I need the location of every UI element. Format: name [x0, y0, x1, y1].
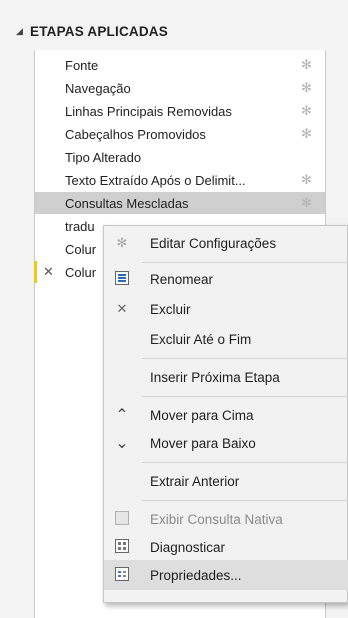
- menu-item-mover-para-cima[interactable]: ⌃ Mover para Cima: [104, 400, 348, 430]
- menu-item-mover-para-baixo[interactable]: ⌄ Mover para Baixo: [104, 428, 348, 458]
- properties-icon: [110, 566, 134, 584]
- menu-item-excluir-ate-o-fim[interactable]: Excluir Até o Fim: [104, 324, 348, 354]
- menu-item-label: Propriedades...: [150, 567, 242, 583]
- menu-item-diagnosticar[interactable]: Diagnosticar: [104, 532, 348, 562]
- delete-x-icon: ✕: [116, 301, 128, 316]
- menu-item-label: Renomear: [150, 271, 214, 287]
- step-row-linhas-principais-removidas[interactable]: Linhas Principais Removidas ✻: [35, 100, 325, 122]
- rename-icon: [110, 270, 134, 288]
- step-row-consultas-mescladas[interactable]: Consultas Mescladas ✻: [35, 192, 325, 214]
- menu-item-excluir[interactable]: ✕ Excluir: [104, 294, 348, 324]
- step-label: Consultas Mescladas: [65, 195, 189, 211]
- menu-item-inserir-proxima-etapa[interactable]: Inserir Próxima Etapa: [104, 362, 348, 392]
- collapse-triangle-icon[interactable]: ◢: [16, 26, 30, 37]
- step-row-cabecalhos-promovidos[interactable]: Cabeçalhos Promovidos ✻: [35, 123, 325, 145]
- applied-steps-title: ETAPAS APLICADAS: [30, 23, 168, 39]
- step-context-menu: ✻ Editar Configurações Renomear ✕ Exclui…: [103, 225, 348, 603]
- menu-separator: [142, 396, 348, 397]
- step-label: Colur: [65, 264, 97, 280]
- menu-item-extrair-anterior[interactable]: Extrair Anterior: [104, 466, 348, 496]
- step-row-navegacao[interactable]: Navegação ✻: [35, 77, 325, 99]
- step-label: Linhas Principais Removidas: [65, 103, 232, 119]
- menu-item-label: Inserir Próxima Etapa: [150, 369, 280, 385]
- menu-item-label: Editar Configurações: [150, 235, 277, 251]
- step-label: Texto Extraído Após o Delimit...: [65, 172, 246, 188]
- menu-separator: [142, 262, 348, 263]
- gear-icon[interactable]: ✻: [301, 172, 312, 188]
- step-label: Colur: [65, 241, 97, 257]
- menu-item-propriedades[interactable]: Propriedades...: [104, 560, 348, 590]
- gear-icon[interactable]: ✻: [301, 80, 312, 96]
- gear-icon[interactable]: ✻: [301, 126, 312, 142]
- native-query-icon: [110, 510, 134, 528]
- menu-item-label: Mover para Cima: [150, 407, 254, 423]
- current-step-marker: [34, 261, 37, 283]
- step-row-texto-extraido[interactable]: Texto Extraído Após o Delimit... ✻: [35, 169, 325, 191]
- menu-item-exibir-consulta-nativa[interactable]: Exibir Consulta Nativa: [104, 504, 348, 534]
- chevron-down-icon: ⌄: [115, 435, 129, 452]
- menu-item-renomear[interactable]: Renomear: [104, 264, 348, 294]
- menu-item-label: Mover para Baixo: [150, 435, 256, 451]
- step-label: Navegação: [65, 80, 131, 96]
- menu-separator: [142, 358, 348, 359]
- step-label: tradu: [65, 218, 95, 234]
- step-label: Cabeçalhos Promovidos: [65, 126, 206, 142]
- diagnose-icon: [110, 538, 134, 556]
- chevron-up-icon: ⌃: [115, 407, 129, 424]
- gear-icon[interactable]: ✻: [301, 103, 312, 119]
- step-row-tipo-alterado[interactable]: Tipo Alterado: [35, 146, 325, 168]
- menu-item-label: Exibir Consulta Nativa: [150, 511, 283, 527]
- menu-item-label: Excluir: [150, 301, 191, 317]
- menu-item-label: Excluir Até o Fim: [150, 331, 252, 347]
- step-label: Fonte: [65, 57, 99, 73]
- gear-icon[interactable]: ✻: [301, 57, 312, 73]
- delete-step-x-icon[interactable]: ✕: [43, 264, 54, 280]
- menu-item-label: Extrair Anterior: [150, 473, 240, 489]
- applied-steps-header[interactable]: ◢ ETAPAS APLICADAS: [16, 22, 168, 40]
- menu-separator: [142, 462, 348, 463]
- menu-separator: [142, 500, 348, 501]
- menu-item-label: Diagnosticar: [150, 539, 226, 555]
- step-row-fonte[interactable]: Fonte ✻: [35, 54, 325, 76]
- menu-item-editar-configuracoes[interactable]: ✻ Editar Configurações: [104, 228, 348, 258]
- gear-icon: ✻: [116, 235, 128, 250]
- step-label: Tipo Alterado: [65, 149, 142, 165]
- gear-icon[interactable]: ✻: [301, 195, 312, 211]
